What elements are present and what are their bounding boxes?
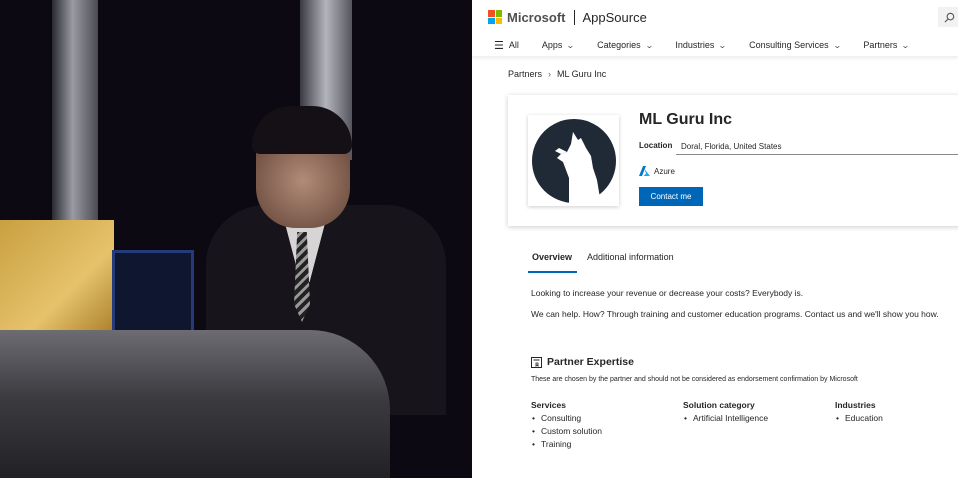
industries-column: Industries Education — [835, 400, 883, 426]
contact-me-button[interactable]: Contact me — [639, 187, 703, 206]
pillar-left — [52, 0, 98, 230]
solution-category-column: Solution category Artificial Intelligenc… — [683, 400, 768, 426]
chevron-down-icon: ⌄ — [718, 40, 728, 50]
nav-industries-label: Industries — [675, 40, 715, 50]
appsource-page: Microsoft AppSource ☰ All Apps ⌄ Categori… — [472, 0, 958, 478]
expertise-heading: Partner Expertise — [531, 356, 634, 368]
list-item: Artificial Intelligence — [683, 413, 768, 423]
hamburger-icon: ☰ — [494, 39, 504, 52]
nav-partners-label: Partners — [863, 40, 898, 50]
list-item: Custom solution — [531, 426, 602, 436]
partner-card: ML Guru Inc Location Doral, Florida, Uni… — [508, 95, 958, 226]
list-item: Education — [835, 413, 883, 423]
platform-badge: Azure — [639, 166, 675, 176]
chevron-down-icon: ⌄ — [832, 40, 842, 50]
header-divider — [573, 9, 575, 25]
nav-categories[interactable]: Categories ⌄ — [597, 40, 654, 50]
nav-all-label: All — [508, 40, 519, 50]
breadcrumb-partners[interactable]: Partners — [508, 69, 542, 79]
partner-name: ML Guru Inc — [639, 111, 733, 128]
chevron-down-icon: ⌄ — [566, 40, 576, 50]
presenter-photo — [0, 0, 472, 478]
tab-bar: Overview Additional information — [528, 252, 685, 273]
tab-overview[interactable]: Overview — [528, 252, 578, 273]
services-column: Services Consulting Custom solution Trai… — [531, 400, 602, 452]
overview-line-1: Looking to increase your revenue or decr… — [531, 288, 804, 298]
list-item: Consulting — [531, 413, 602, 423]
nav-industries[interactable]: Industries ⌄ — [675, 40, 728, 50]
certificate-icon — [531, 356, 542, 368]
search-icon — [944, 12, 954, 22]
nav-consulting-label: Consulting Services — [749, 40, 829, 50]
location-value: Doral, Florida, United States — [676, 137, 958, 155]
expertise-subtitle: These are chosen by the partner and shou… — [531, 376, 858, 383]
chevron-down-icon: ⌄ — [644, 40, 654, 50]
microsoft-logo-icon[interactable] — [488, 10, 502, 24]
list-item: Training — [531, 439, 602, 449]
software-box — [0, 220, 114, 340]
industries-title: Industries — [835, 400, 876, 410]
azure-icon — [639, 166, 650, 176]
breadcrumb: Partners › ML Guru Inc — [508, 69, 606, 79]
chevron-down-icon: ⌄ — [901, 40, 911, 50]
breadcrumb-current: ML Guru Inc — [557, 69, 607, 79]
podium — [0, 330, 390, 478]
header: Microsoft AppSource — [472, 0, 958, 34]
tab-additional-information[interactable]: Additional information — [583, 252, 679, 273]
services-title: Services — [531, 400, 566, 410]
expertise-title: Partner Expertise — [547, 356, 634, 368]
overview-line-2: We can help. How? Through training and c… — [531, 309, 939, 319]
howling-wolf-logo-icon — [531, 118, 616, 204]
search-button[interactable] — [938, 7, 958, 27]
platform-label: Azure — [654, 166, 675, 176]
product-name[interactable]: AppSource — [583, 10, 647, 25]
brand-name[interactable]: Microsoft — [507, 10, 566, 25]
nav-partners[interactable]: Partners ⌄ — [863, 40, 911, 50]
chevron-right-icon: › — [548, 69, 552, 79]
nav-categories-label: Categories — [597, 40, 641, 50]
nav-consulting-services[interactable]: Consulting Services ⌄ — [749, 40, 842, 50]
nav-apps-label: Apps — [541, 40, 563, 50]
nav-apps[interactable]: Apps ⌄ — [541, 40, 576, 50]
location-label: Location — [639, 141, 673, 150]
nav-all[interactable]: ☰ All — [494, 39, 519, 52]
nav-bar: ☰ All Apps ⌄ Categories ⌄ Industries ⌄ Cons… — [472, 34, 958, 57]
solution-category-title: Solution category — [683, 400, 755, 410]
partner-logo — [528, 115, 619, 206]
